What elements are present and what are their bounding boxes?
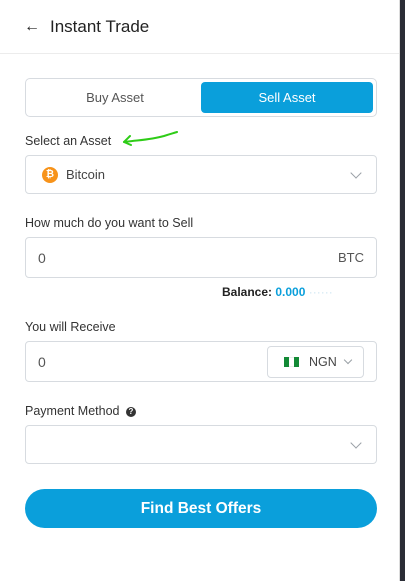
nigeria-flag-icon: [284, 357, 299, 367]
receive-amount-input[interactable]: 0 NGN: [25, 341, 377, 382]
chevron-down-icon: [350, 166, 362, 179]
selected-asset: Bitcoin: [66, 167, 106, 182]
balance-obscured: ······: [308, 285, 333, 299]
panel-header: ← Instant Trade: [0, 0, 399, 54]
select-asset-label: Select an Asset: [25, 134, 112, 148]
payment-method-label-row: Payment Method ?: [25, 404, 136, 418]
balance-display: Balance: 0.000 ······: [222, 285, 333, 299]
sell-unit-label: BTC: [338, 250, 364, 265]
payment-method-select[interactable]: [25, 425, 377, 464]
balance-label: Balance:: [222, 285, 273, 299]
tab-sell-asset[interactable]: Sell Asset: [201, 82, 373, 113]
sell-amount-label: How much do you want to Sell: [25, 216, 194, 230]
help-icon[interactable]: ?: [125, 406, 136, 417]
back-arrow-icon[interactable]: ←: [24, 18, 40, 35]
trade-type-toggle: Buy Asset Sell Asset: [25, 78, 377, 117]
find-best-offers-button[interactable]: Find Best Offers: [25, 489, 377, 528]
sell-amount-value: 0: [38, 249, 46, 266]
chevron-down-icon: [343, 355, 353, 365]
bitcoin-icon: ₿: [42, 166, 58, 183]
balance-value: 0.000: [275, 285, 306, 299]
asset-select[interactable]: ₿ Bitcoin: [25, 155, 377, 194]
tab-buy-asset[interactable]: Buy Asset: [29, 82, 201, 113]
payment-method-label: Payment Method: [25, 404, 120, 418]
sell-amount-input[interactable]: 0 BTC: [25, 237, 377, 278]
currency-label: NGN: [309, 355, 337, 369]
chevron-down-icon: [350, 436, 362, 449]
currency-select[interactable]: NGN: [267, 346, 364, 378]
receive-label: You will Receive: [25, 320, 116, 334]
green-arrow-annotation: [123, 131, 178, 146]
instant-trade-panel: ← Instant Trade Buy Asset Sell Asset Sel…: [0, 0, 400, 581]
page-title: Instant Trade: [50, 16, 150, 36]
